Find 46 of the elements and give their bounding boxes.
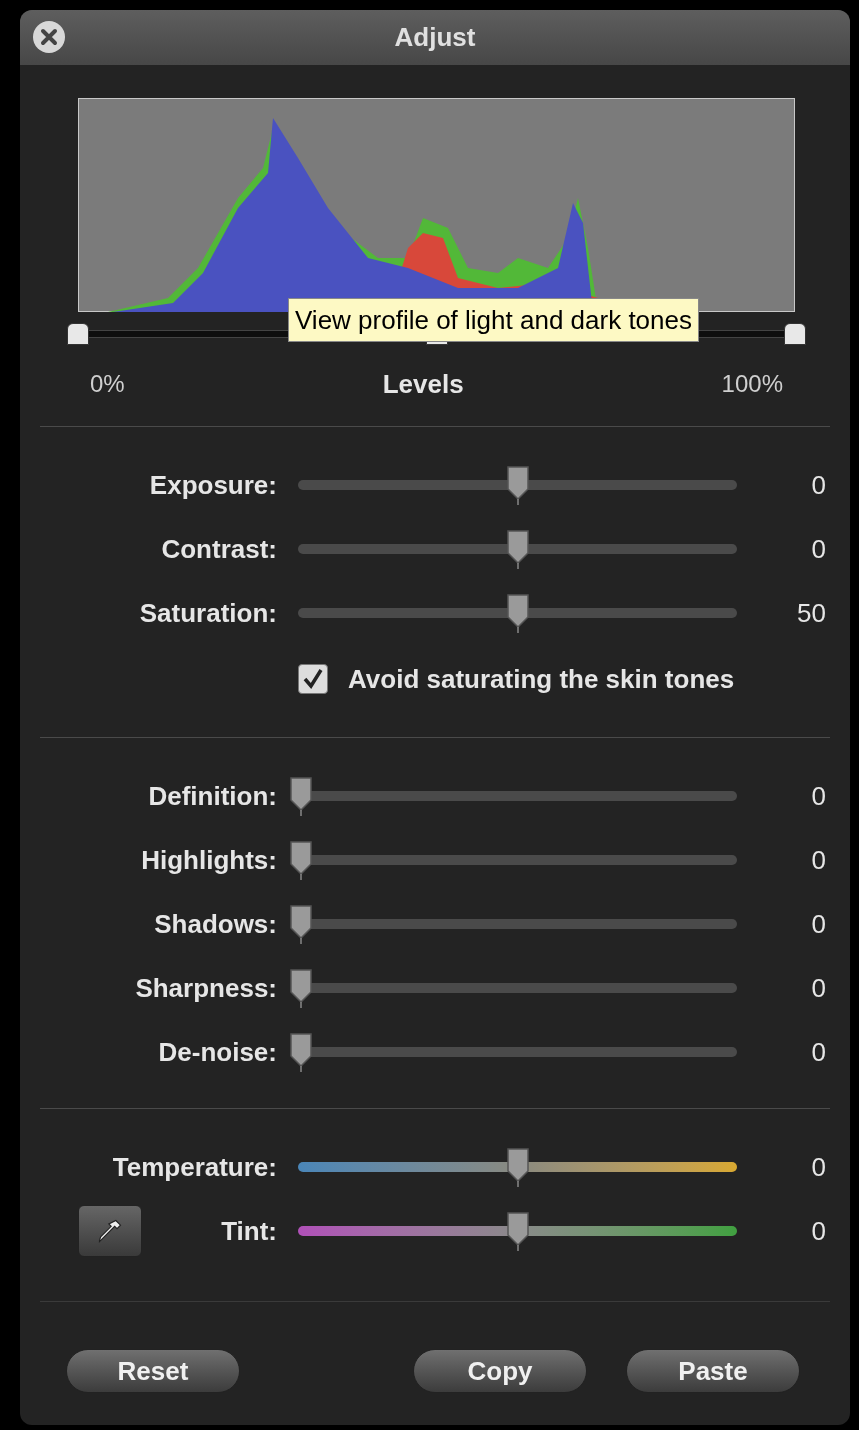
slider-value: 50 xyxy=(796,596,826,630)
slider-thumb[interactable] xyxy=(505,465,530,505)
levels-thumb[interactable] xyxy=(784,323,806,345)
slider-value: 0 xyxy=(810,971,826,1005)
checkmark-icon xyxy=(301,667,325,691)
slider-thumb[interactable] xyxy=(505,1211,530,1251)
slider-value: 0 xyxy=(810,779,826,813)
slider-label: Temperature: xyxy=(112,1150,277,1184)
levels-min-label: 0% xyxy=(90,369,125,399)
slider-thumb[interactable] xyxy=(505,593,530,633)
slider-label: Shadows: xyxy=(154,907,277,941)
slider-label: Definition: xyxy=(148,779,277,813)
slider-value: 0 xyxy=(810,468,826,502)
slider-value: 0 xyxy=(810,532,826,566)
slider-label: Sharpness: xyxy=(135,971,277,1005)
levels-max-label: 100% xyxy=(721,369,783,399)
slider-value: 0 xyxy=(810,1035,826,1069)
slider-label: Tint: xyxy=(221,1214,277,1248)
slider-thumb[interactable] xyxy=(289,1032,313,1072)
levels-thumb[interactable] xyxy=(67,323,89,345)
slider-thumb[interactable] xyxy=(289,968,313,1008)
slider-thumb[interactable] xyxy=(505,529,530,569)
slider-thumb[interactable] xyxy=(289,904,313,944)
slider-label: Saturation: xyxy=(139,596,277,630)
slider-thumb[interactable] xyxy=(505,1147,530,1187)
slider-label: Highlights: xyxy=(141,843,277,877)
tooltip: View profile of light and dark tones xyxy=(288,298,699,342)
slider-value: 0 xyxy=(810,1214,826,1248)
action-button[interactable]: Paste xyxy=(626,1349,800,1393)
slider-value: 0 xyxy=(810,1150,826,1184)
slider-value: 0 xyxy=(810,843,826,877)
levels-label: Levels xyxy=(382,367,464,401)
slider-label: De-noise: xyxy=(158,1035,277,1069)
window-title: Adjust xyxy=(394,21,476,54)
slider-thumb[interactable] xyxy=(289,840,313,880)
slider-label: Exposure: xyxy=(149,468,277,502)
slider-value: 0 xyxy=(810,907,826,941)
checkbox-label: Avoid saturating the skin tones xyxy=(348,662,735,696)
action-button[interactable]: Reset xyxy=(66,1349,240,1393)
slider-thumb[interactable] xyxy=(289,776,313,816)
slider-label: Contrast: xyxy=(161,532,277,566)
close-icon[interactable] xyxy=(32,20,66,54)
action-button[interactable]: Copy xyxy=(413,1349,587,1393)
eyedropper-icon xyxy=(96,1217,124,1245)
eyedropper-button[interactable] xyxy=(78,1205,142,1257)
checkbox[interactable] xyxy=(298,664,328,694)
